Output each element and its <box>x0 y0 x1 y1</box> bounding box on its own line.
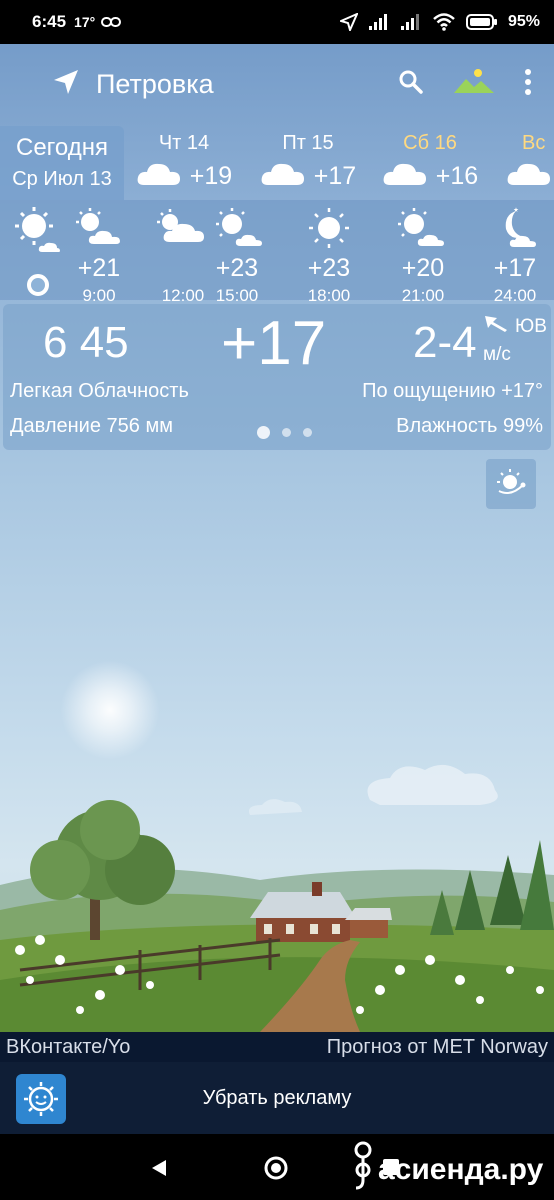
search-icon[interactable] <box>398 69 424 100</box>
wind-speed: 2-4 <box>413 318 477 367</box>
current-conditions-card[interactable]: 6 45 +17 2-4 ЮВ м/с Легкая Облачность По… <box>3 304 551 450</box>
feels-like-text: По ощущению +17° <box>362 380 543 402</box>
attribution-bar: ВКонтакте/Yo Прогноз от MET Norway <box>0 1032 554 1062</box>
day-name: Чт 14 <box>158 132 210 154</box>
hour-temp: +23 <box>215 254 259 282</box>
hour-time: 15:00 <box>215 286 259 305</box>
today-tab[interactable]: Сегодня Ср Июл 13 <box>0 126 124 200</box>
battery-icon <box>465 13 498 31</box>
pressure-text: Давление 756 мм <box>10 415 173 437</box>
condition-text: Легкая Облачность <box>10 380 189 402</box>
status-temp: 17° <box>74 14 96 30</box>
cloud-icon <box>260 161 306 192</box>
home-icon[interactable] <box>263 1155 289 1186</box>
hour-time: 24:00 <box>493 286 537 305</box>
today-date: Ср Июл 13 <box>12 168 112 190</box>
app-bar: Петровка <box>0 44 554 124</box>
page-indicator <box>257 426 312 439</box>
landscape-icon[interactable] <box>452 67 496 102</box>
day-item-thu[interactable]: Чт 14 +19 <box>124 132 244 192</box>
day-temp: +19 <box>189 162 233 190</box>
moon-cloud-icon <box>480 206 550 250</box>
page-dot <box>303 428 312 437</box>
wind-unit: м/с <box>483 344 511 365</box>
hour-item[interactable]: +23 18:00 <box>294 206 364 306</box>
sun-orbit-icon <box>495 467 527 502</box>
today-label: Сегодня <box>16 134 108 161</box>
signal-icon <box>368 13 390 31</box>
day-temp: +16 <box>435 162 479 190</box>
day-item-sat[interactable]: Сб 16 +16 <box>370 132 490 192</box>
watermark: асиенда.ру <box>352 1140 543 1200</box>
location-arrow-icon[interactable] <box>52 68 80 101</box>
cloud-icon <box>136 161 182 192</box>
hour-temp: +23 <box>307 254 351 282</box>
humidity-text: Влажность 99% <box>396 415 543 437</box>
background-scenery <box>0 640 554 1032</box>
hour-temp: +17 <box>493 254 537 282</box>
hour-time: 9:00 <box>82 286 116 305</box>
daily-forecast-strip: Сегодня Ср Июл 13 Чт 14 +19 Пт 15 +17 Сб… <box>0 126 554 200</box>
sun-cloud-icon <box>388 206 458 250</box>
watermark-logo-icon <box>352 1140 374 1200</box>
signal-icon-2 <box>400 13 422 31</box>
day-name: Пт 15 <box>282 132 334 154</box>
hour-temp: +21 <box>77 254 121 282</box>
sun-info-button[interactable] <box>486 459 536 509</box>
current-temperature: +17 <box>221 309 327 378</box>
cloud-icon <box>382 161 428 192</box>
day-name: Вс <box>522 132 546 154</box>
city-name[interactable]: Петровка <box>96 69 214 100</box>
battery-percent: 95% <box>507 13 540 30</box>
wind-direction-label: ЮВ <box>515 316 547 337</box>
day-item-fri[interactable]: Пт 15 +17 <box>248 132 368 192</box>
day-name: Сб 16 <box>403 132 457 154</box>
back-icon[interactable] <box>150 1158 168 1183</box>
wind-direction: ЮВ <box>483 314 547 340</box>
hour-item[interactable]: +23 15:00 <box>202 206 272 306</box>
hour-temp: +20 <box>401 254 445 282</box>
status-bar: 6:45 17° 95% <box>0 0 554 44</box>
cloud-icon <box>506 161 552 192</box>
navigation-icon <box>339 13 358 31</box>
status-time: 6:45 <box>32 12 67 31</box>
forecast-provider[interactable]: Прогноз от MET Norway <box>327 1036 548 1059</box>
more-vert-icon[interactable] <box>524 68 532 101</box>
wifi-icon <box>432 13 456 31</box>
hour-time: 18:00 <box>307 286 351 305</box>
sun-icon <box>294 206 364 250</box>
wind-arrow-icon <box>483 314 509 340</box>
link-icon <box>101 16 122 28</box>
day-item-sun[interactable]: Вс <box>502 132 554 192</box>
sun-cloud-icon <box>202 206 272 250</box>
hourly-forecast-strip: +21 9:00 12:00 +23 15:00 +23 18:00 +20 2… <box>0 200 554 305</box>
hour-item[interactable]: +20 21:00 <box>388 206 458 306</box>
page-dot <box>257 426 270 439</box>
hour-item[interactable]: +17 24:00 <box>480 206 550 306</box>
current-hour-indicator <box>27 274 49 296</box>
page-dot <box>282 428 291 437</box>
current-time: 6 45 <box>43 318 129 367</box>
day-temp: +17 <box>313 162 357 190</box>
sun-small-cloud-icon <box>12 206 62 259</box>
photo-attribution[interactable]: ВКонтакте/Yo <box>6 1036 130 1059</box>
remove-ads-bar[interactable]: Убрать рекламу <box>0 1062 554 1134</box>
hour-item[interactable]: +21 9:00 <box>64 206 134 306</box>
remove-ads-label[interactable]: Убрать рекламу <box>0 1087 554 1110</box>
watermark-text: асиенда.ру <box>378 1153 544 1186</box>
partly-cloudy-icon <box>64 206 134 250</box>
hour-time: 21:00 <box>401 286 445 305</box>
